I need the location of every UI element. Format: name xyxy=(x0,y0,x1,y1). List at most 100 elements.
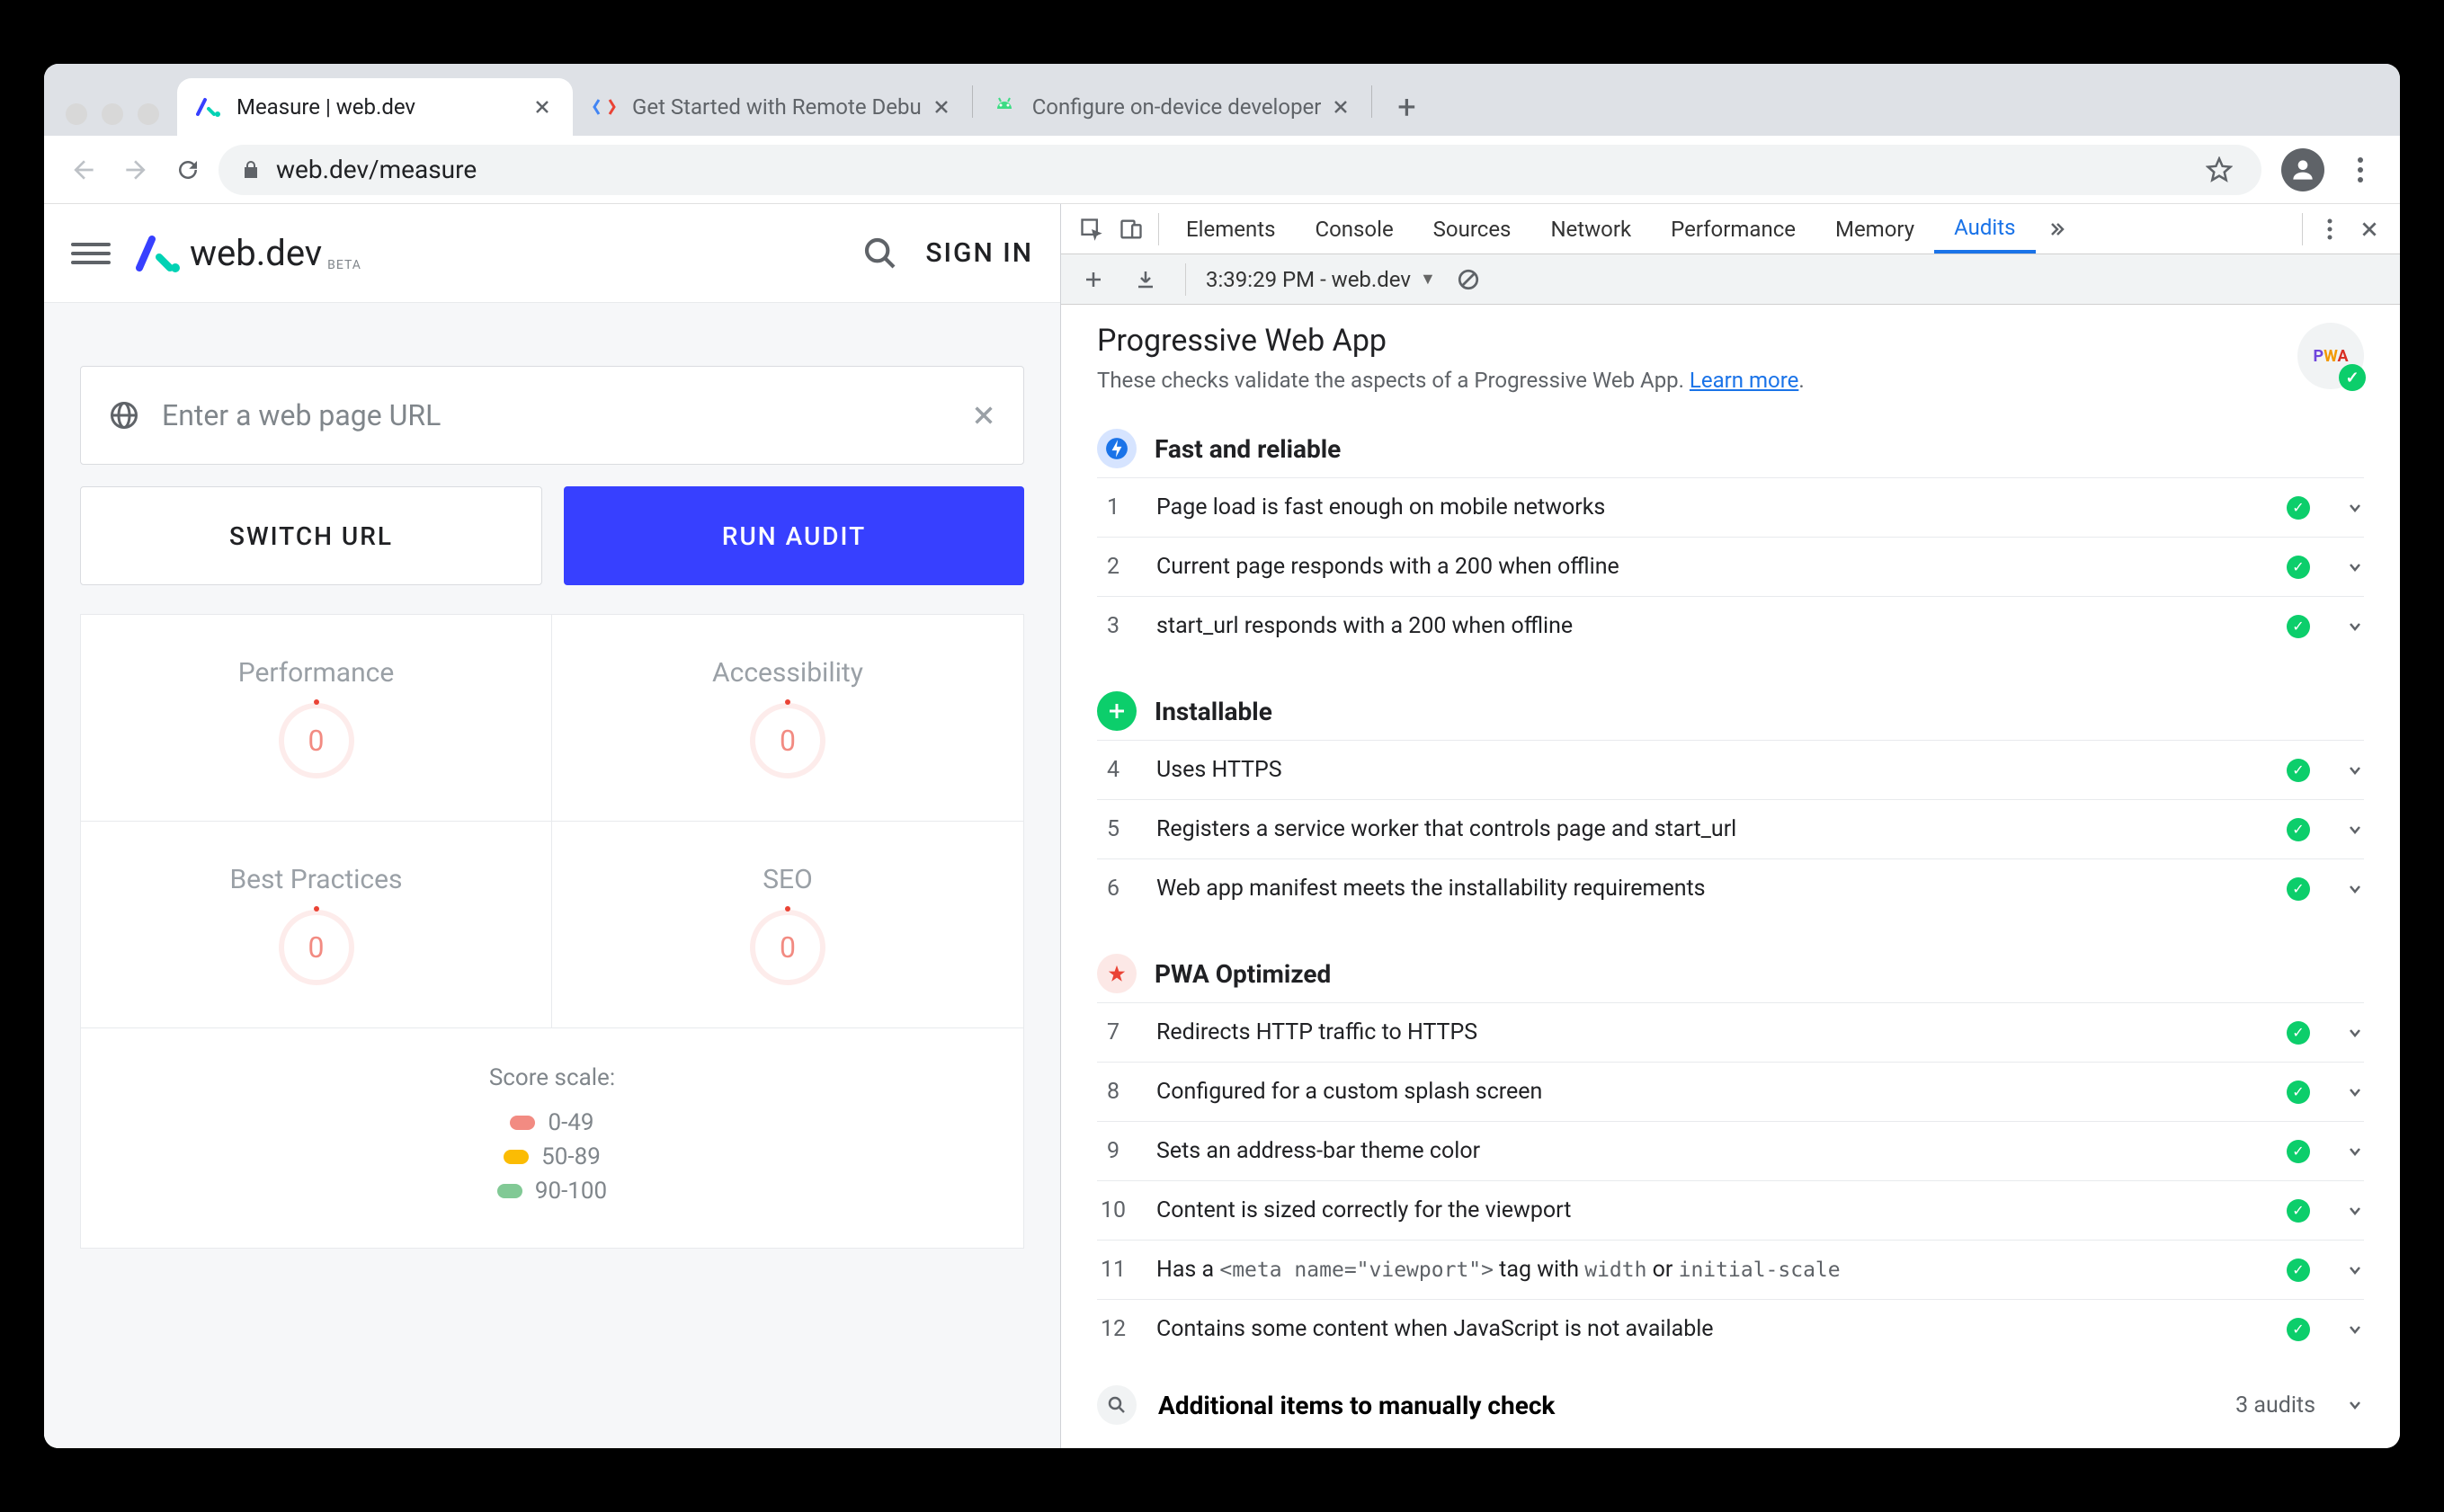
logo-beta: BETA xyxy=(327,258,361,272)
devtools-tab-performance[interactable]: Performance xyxy=(1651,204,1815,253)
menu-icon[interactable] xyxy=(71,234,111,273)
chevron-down-icon xyxy=(2346,618,2364,636)
webdev-logo-icon xyxy=(134,229,183,278)
devtools-menu-icon[interactable] xyxy=(2310,209,2350,249)
audit-item[interactable]: 5Registers a service worker that control… xyxy=(1097,799,2364,858)
audit-number: 9 xyxy=(1097,1138,1129,1164)
report-title: Progressive Web App xyxy=(1097,323,2279,359)
metric-performance: Performance 0 xyxy=(81,615,552,822)
tab-strip: Measure | web.dev Get Started with Remot… xyxy=(44,64,2400,136)
globe-icon xyxy=(108,399,140,431)
browser-toolbar: web.dev/measure xyxy=(44,136,2400,204)
audit-item[interactable]: 9Sets an address-bar theme color✓ xyxy=(1097,1121,2364,1180)
audit-item[interactable]: 10Content is sized correctly for the vie… xyxy=(1097,1180,2364,1240)
audit-item[interactable]: 1Page load is fast enough on mobile netw… xyxy=(1097,477,2364,537)
section-header: Installable xyxy=(1097,691,2364,731)
audit-number: 2 xyxy=(1097,554,1129,580)
webdev-favicon xyxy=(195,93,222,120)
audit-number: 3 xyxy=(1097,613,1129,639)
audit-text: Page load is fast enough on mobile netwo… xyxy=(1156,494,2260,520)
devtools-close-icon[interactable] xyxy=(2350,209,2389,249)
pwa-badge: PWA ✓ xyxy=(2297,323,2364,389)
clear-icon[interactable] xyxy=(1449,260,1488,299)
download-icon[interactable] xyxy=(1126,260,1165,299)
chevron-down-icon xyxy=(2346,1024,2364,1042)
back-button[interactable] xyxy=(62,148,105,191)
browser-tab-1[interactable]: Measure | web.dev xyxy=(177,78,573,136)
clear-icon[interactable] xyxy=(971,403,996,428)
search-icon[interactable] xyxy=(862,236,898,271)
check-icon: ✓ xyxy=(2287,1318,2310,1341)
browser-tab-2[interactable]: Get Started with Remote Debu xyxy=(573,78,972,136)
site-logo[interactable]: web.dev BETA xyxy=(134,229,361,278)
forward-button[interactable] xyxy=(114,148,157,191)
section-title: Installable xyxy=(1155,697,1272,726)
check-icon: ✓ xyxy=(2287,615,2310,638)
check-icon: ✓ xyxy=(2339,364,2366,391)
audit-number: 10 xyxy=(1097,1197,1129,1223)
switch-url-button[interactable]: SWITCH URL xyxy=(80,486,542,585)
section-icon xyxy=(1097,429,1137,468)
url-input[interactable]: Enter a web page URL xyxy=(80,366,1024,465)
close-tab-icon[interactable] xyxy=(929,94,954,120)
gauge: 0 xyxy=(279,910,354,985)
audit-item[interactable]: 2Current page responds with a 200 when o… xyxy=(1097,537,2364,596)
url-placeholder: Enter a web page URL xyxy=(162,398,950,432)
legend-pill-green xyxy=(497,1184,522,1198)
section-icon xyxy=(1097,691,1137,731)
close-window[interactable] xyxy=(66,103,87,125)
page-content: web.dev BETA SIGN IN Enter a web page UR… xyxy=(44,204,1060,1448)
site-header: web.dev BETA SIGN IN xyxy=(44,204,1060,303)
inspect-element-icon[interactable] xyxy=(1072,209,1111,249)
chevron-down-icon xyxy=(2346,880,2364,898)
audit-item[interactable]: 11Has a <meta name="viewport"> tag with … xyxy=(1097,1240,2364,1299)
audit-text: Web app manifest meets the installabilit… xyxy=(1156,876,2260,902)
devtools-tab-console[interactable]: Console xyxy=(1295,204,1413,253)
lock-icon xyxy=(240,159,262,181)
devtools-tab-sources[interactable]: Sources xyxy=(1414,204,1531,253)
browser-tab-3[interactable]: Configure on-device developer xyxy=(973,78,1372,136)
audit-item[interactable]: 8Configured for a custom splash screen✓ xyxy=(1097,1062,2364,1121)
minimize-window[interactable] xyxy=(102,103,123,125)
section-title: Fast and reliable xyxy=(1155,434,1341,464)
devtools-tab-memory[interactable]: Memory xyxy=(1815,204,1934,253)
audit-text: Sets an address-bar theme color xyxy=(1156,1138,2260,1164)
metric-seo: SEO 0 xyxy=(552,822,1023,1028)
devtools-tab-elements[interactable]: Elements xyxy=(1166,204,1295,253)
zoom-window[interactable] xyxy=(138,103,159,125)
audit-item[interactable]: 6 Web app manifest meets the installabili… xyxy=(1097,858,2364,918)
audit-number: 6 xyxy=(1097,876,1129,902)
manual-checks-row[interactable]: Additional items to manually check 3 aud… xyxy=(1097,1385,2364,1425)
close-tab-icon[interactable] xyxy=(530,94,555,120)
address-bar[interactable]: web.dev/measure xyxy=(219,145,2261,195)
audit-number: 8 xyxy=(1097,1079,1129,1105)
close-tab-icon[interactable] xyxy=(1328,94,1353,120)
reload-button[interactable] xyxy=(166,148,210,191)
audit-session-dropdown[interactable]: 3:39:29 PM - web.dev ▼ xyxy=(1206,267,1436,292)
profile-avatar[interactable] xyxy=(2281,148,2324,191)
more-tabs-icon[interactable] xyxy=(2036,209,2075,249)
legend-pill-red xyxy=(510,1116,535,1130)
check-icon: ✓ xyxy=(2287,818,2310,841)
chevron-down-icon xyxy=(2346,558,2364,576)
audit-item[interactable]: 12Contains some content when JavaScript … xyxy=(1097,1299,2364,1358)
audit-number: 7 xyxy=(1097,1019,1129,1045)
browser-menu-icon[interactable] xyxy=(2339,148,2382,191)
audit-item[interactable]: 4Uses HTTPS✓ xyxy=(1097,740,2364,799)
new-tab-button[interactable]: + xyxy=(1381,82,1432,132)
run-audit-button[interactable]: RUN AUDIT xyxy=(564,486,1024,585)
devtools-tab-network[interactable]: Network xyxy=(1530,204,1651,253)
devtools-tabbar: ElementsConsoleSourcesNetworkPerformance… xyxy=(1061,204,2400,254)
learn-more-link[interactable]: Learn more xyxy=(1690,368,1798,393)
section-icon xyxy=(1097,954,1137,993)
check-icon: ✓ xyxy=(2287,496,2310,520)
device-toggle-icon[interactable] xyxy=(1111,209,1151,249)
audit-item[interactable]: 7Redirects HTTP traffic to HTTPS✓ xyxy=(1097,1002,2364,1062)
star-icon[interactable] xyxy=(2206,156,2233,183)
new-audit-icon[interactable] xyxy=(1074,260,1113,299)
devtools-tab-audits[interactable]: Audits xyxy=(1934,204,2035,253)
tab-title: Measure | web.dev xyxy=(236,94,522,120)
audit-item[interactable]: 3start_url responds with a 200 when offl… xyxy=(1097,596,2364,655)
sign-in-button[interactable]: SIGN IN xyxy=(925,237,1033,269)
audit-text: Redirects HTTP traffic to HTTPS xyxy=(1156,1019,2260,1045)
